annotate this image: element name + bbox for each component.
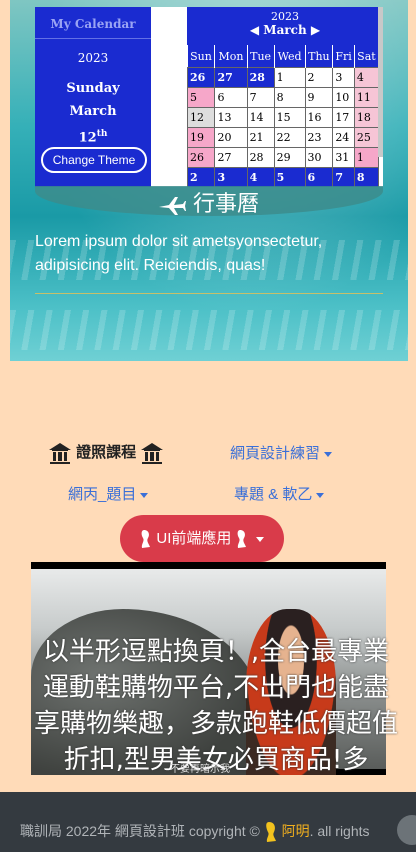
calendar-sidebar: My Calendar 2023 Sunday March 12th Chang… [35,7,151,187]
calendar-day-cell[interactable]: 7 [246,87,275,108]
calendar-day-cell[interactable]: 31 [332,147,355,168]
calendar-day-cell[interactable]: 27 [214,147,248,168]
calendar-day-cell[interactable]: 18 [353,107,380,128]
weekday-header: Mon [214,45,248,68]
weekday-header: Wed [274,45,306,68]
calendar-day-cell[interactable]: 16 [304,107,334,128]
calendar-day-cell[interactable]: 25 [353,127,380,148]
footer-author[interactable]: 阿明 [282,823,310,839]
weekday-header: Tue [247,45,275,68]
calendar-day-cell[interactable]: 15 [273,107,306,128]
calendar-day-cell[interactable]: 13 [214,107,248,128]
header-month: March [263,23,307,37]
calendar-day-cell[interactable]: 11 [353,87,380,108]
foot-icon [265,822,276,843]
calendar-day-cell[interactable]: 4 [246,167,275,187]
calendar-day-cell[interactable]: 6 [214,87,248,108]
calendar-day-cell[interactable]: 29 [273,147,306,168]
calendar-day-cell[interactable]: 8 [353,167,380,187]
hero-text: Lorem ipsum dolor sit ametsyonsectetur, … [35,233,323,274]
video-caption: 不要再暗示我 [170,764,230,775]
calendar-day-cell[interactable]: 5 [273,167,306,187]
calendar-day-cell[interactable]: 4 [353,67,380,88]
calendar-grid: Sun Mon Tue Wed Thu Fri Sat 26 27 28 1 2 3 4 5 6 7 8 9 10 1… [186,45,380,187]
nav-web-practice[interactable]: 網頁設計練習 [230,442,333,463]
weekday-header: Fri [332,45,355,68]
change-theme-button[interactable]: Change Theme [41,147,147,173]
calendar-day-cell[interactable]: 22 [273,127,306,148]
calendar-title: My Calendar [50,17,136,31]
back-to-top-button[interactable] [397,815,416,845]
scrollbar[interactable] [378,7,383,157]
calendar-day-cell[interactable]: 2 [186,167,216,187]
divider [35,293,383,294]
triangle-right-icon[interactable]: ▶ [311,23,320,37]
calendar-day-cell[interactable]: 27 [214,67,248,88]
nav-cert-courses[interactable]: 證照課程 [48,441,164,465]
caret-down-icon [324,451,333,457]
nav-projects[interactable]: 專題 & 軟乙 [234,483,325,504]
sidebar-weekday: Sunday [66,81,120,96]
calendar-day-cell[interactable]: 28 [246,147,275,168]
caret-down-icon [140,492,149,498]
nav-c-topics[interactable]: 網丙_題目 [68,483,149,504]
calendar-day-cell[interactable]: 3 [332,67,355,88]
divider [35,38,151,39]
calendar-day-cell[interactable]: 9 [304,87,334,108]
airplane-icon [158,197,186,215]
foot-icon [141,530,151,549]
caret-down-icon [255,536,264,542]
temple-icon [49,443,71,465]
calendar-day-cell[interactable]: 17 [332,107,355,128]
ui-frontend-dropdown[interactable]: UI前端應用 [120,515,284,562]
sidebar-month: March [69,104,117,119]
sidebar-year: 2023 [77,51,109,65]
calendar-day-cell[interactable]: 3 [214,167,248,187]
calendar-widget: My Calendar 2023 Sunday March 12th Chang… [35,7,383,187]
calendar-day-cell[interactable]: 10 [332,87,355,108]
calendar-day-cell[interactable]: 26 [186,67,216,88]
calendar-day-cell[interactable]: 21 [246,127,275,148]
calendar-day-cell[interactable]: 1 [273,67,306,88]
triangle-left-icon[interactable]: ◀ [250,23,259,37]
calendar-day-cell[interactable]: 12 [186,107,216,128]
header-year: 2023 [271,10,299,23]
calendar-day-cell[interactable]: 19 [186,127,216,148]
event-title: 行事曆 [0,186,416,218]
calendar-day-cell[interactable]: 14 [246,107,275,128]
calendar-day-cell[interactable]: 2 [304,67,334,88]
weekday-header: Thu [305,45,334,68]
calendar-header: 2023 ◀ March ▶ [187,7,383,45]
caret-down-icon [316,492,325,498]
wave-texture [10,310,408,350]
calendar-day-cell[interactable]: 7 [332,167,355,187]
footer-text: 職訓局 2022年 網頁設計班 copyright © 阿明. all righ… [20,821,370,843]
foot-icon [237,530,246,549]
weekday-header: Sat [354,45,380,68]
weekday-header: Sun [187,45,216,68]
calendar-day-cell[interactable]: 23 [304,127,334,148]
calendar-day-cell[interactable]: 5 [186,87,216,108]
calendar-day-cell[interactable]: 1 [353,147,380,168]
calendar-day-cell[interactable]: 30 [304,147,334,168]
footer: 職訓局 2022年 網頁設計班 copyright © 阿明. all righ… [0,792,416,852]
temple-icon [141,443,164,465]
sidebar-day: 12th [78,129,108,146]
calendar-day-cell[interactable]: 8 [273,87,306,108]
calendar-grid-panel: 2023 ◀ March ▶ Sun Mon Tue Wed Thu Fri Sat 26 2… [186,7,383,187]
calendar-day-cell[interactable]: 20 [214,127,248,148]
calendar-day-cell[interactable]: 26 [186,147,216,168]
marquee-text: 以半形逗點換頁！,全台最專業運動鞋購物平台,不出門也能盡享購物樂趣，多款跑鞋低價… [33,637,398,775]
calendar-day-cell[interactable]: 24 [332,127,355,148]
calendar-day-cell[interactable]: 6 [304,167,334,187]
calendar-day-cell[interactable]: 28 [246,67,275,88]
